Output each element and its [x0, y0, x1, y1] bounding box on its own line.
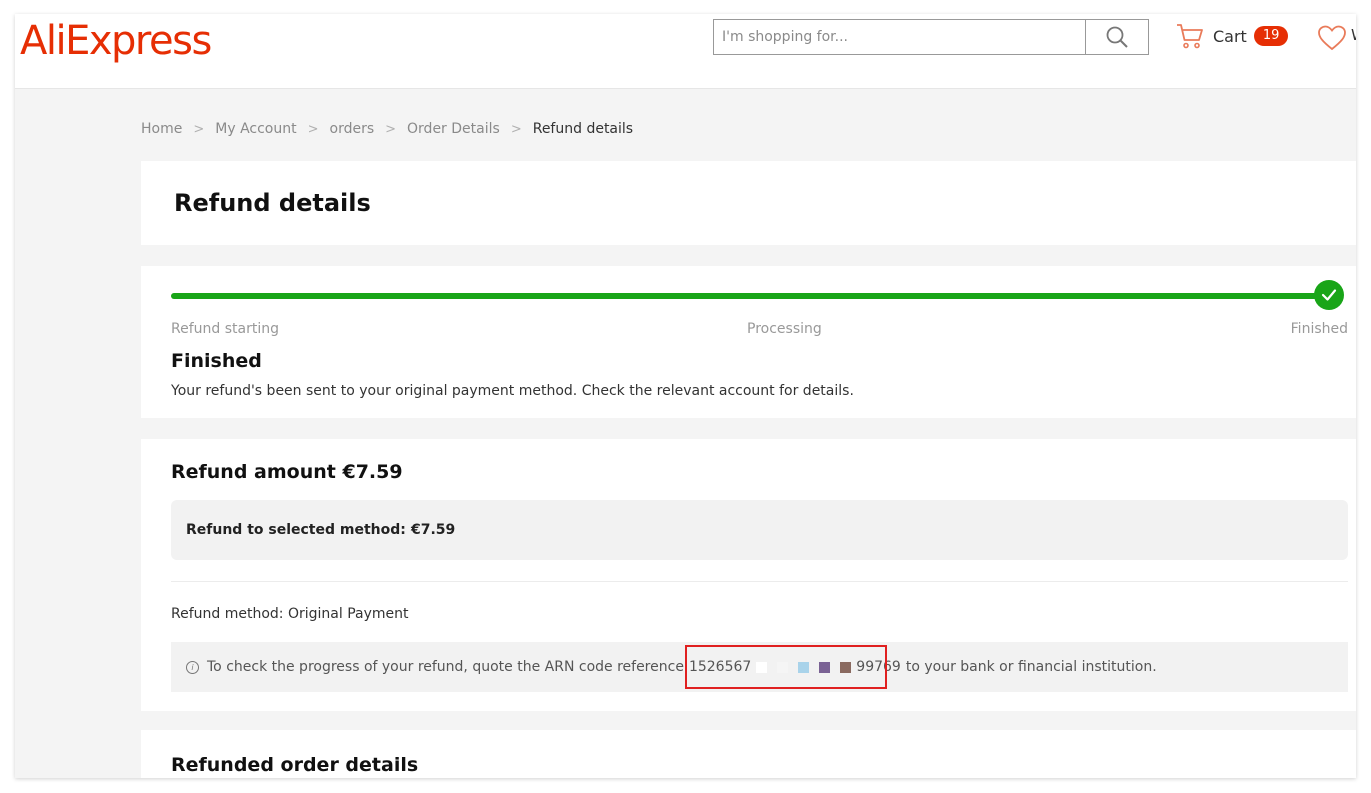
refund-selected-method-label: Refund to selected method: — [186, 522, 406, 538]
step-processing: Processing — [747, 321, 822, 337]
status-title: Finished — [171, 350, 262, 372]
breadcrumb-separator: > — [193, 121, 205, 137]
arn-prefix-text: To check the progress of your refund, qu… — [207, 659, 684, 675]
cart-count-badge: 19 — [1253, 26, 1289, 46]
refund-method-text: Refund method: Original Payment — [171, 606, 409, 622]
breadcrumb-separator: > — [307, 121, 319, 137]
breadcrumb-my-account[interactable]: My Account — [215, 121, 296, 137]
info-icon: i — [186, 660, 199, 674]
progress-track — [171, 293, 1321, 299]
site-header: AliExpress Cart 19 W — [15, 14, 1356, 89]
browser-viewport: AliExpress Cart 19 W — [15, 14, 1356, 778]
refunded-order-card: Refunded order details — [141, 730, 1356, 778]
page-title: Refund details — [174, 189, 371, 217]
arn-notice: i To check the progress of your refund, … — [171, 642, 1348, 692]
logo-text: AliExpress — [20, 18, 212, 64]
search-button[interactable] — [1085, 20, 1148, 54]
step-finished: Finished — [1290, 321, 1348, 337]
refund-amount-title: Refund amount €7.59 — [171, 461, 403, 483]
aliexpress-logo[interactable]: AliExpress — [20, 16, 212, 66]
wishlist-label: W — [1351, 26, 1356, 44]
step-refund-starting: Refund starting — [171, 321, 279, 337]
search-icon — [1106, 26, 1128, 48]
arn-highlight-box — [684, 645, 887, 689]
refund-method-summary: Refund to selected method: €7.59 — [171, 500, 1348, 560]
heart-icon — [1318, 25, 1346, 51]
breadcrumb-home[interactable]: Home — [141, 121, 182, 137]
wishlist-button[interactable] — [1317, 24, 1347, 56]
cart-icon — [1177, 24, 1203, 49]
breadcrumb-order-details[interactable]: Order Details — [407, 121, 500, 137]
arn-code: 1526567 99769 — [684, 645, 901, 689]
divider — [171, 581, 1348, 582]
breadcrumb-orders[interactable]: orders — [330, 121, 375, 137]
cart-button[interactable]: Cart 19 — [1175, 22, 1289, 50]
title-card: Refund details — [141, 161, 1356, 245]
search-bar — [713, 19, 1149, 55]
search-input[interactable] — [714, 20, 1086, 54]
arn-suffix-text: to your bank or financial institution. — [905, 659, 1157, 675]
breadcrumb-current: Refund details — [532, 121, 634, 137]
refund-amount-card: Refund amount €7.59 Refund to selected m… — [141, 439, 1356, 711]
breadcrumb-separator: > — [510, 121, 522, 137]
breadcrumb-separator: > — [385, 121, 397, 137]
finished-check-icon — [1314, 280, 1344, 310]
refunded-order-title: Refunded order details — [171, 754, 419, 776]
status-description: Your refund's been sent to your original… — [171, 383, 854, 399]
progress-card: Refund starting Processing Finished Fini… — [141, 266, 1356, 418]
progress-fill — [171, 293, 1321, 299]
refund-selected-method-value: €7.59 — [411, 522, 456, 538]
cart-label: Cart — [1213, 26, 1247, 46]
breadcrumb: Home > My Account > orders > Order Detai… — [141, 121, 633, 137]
